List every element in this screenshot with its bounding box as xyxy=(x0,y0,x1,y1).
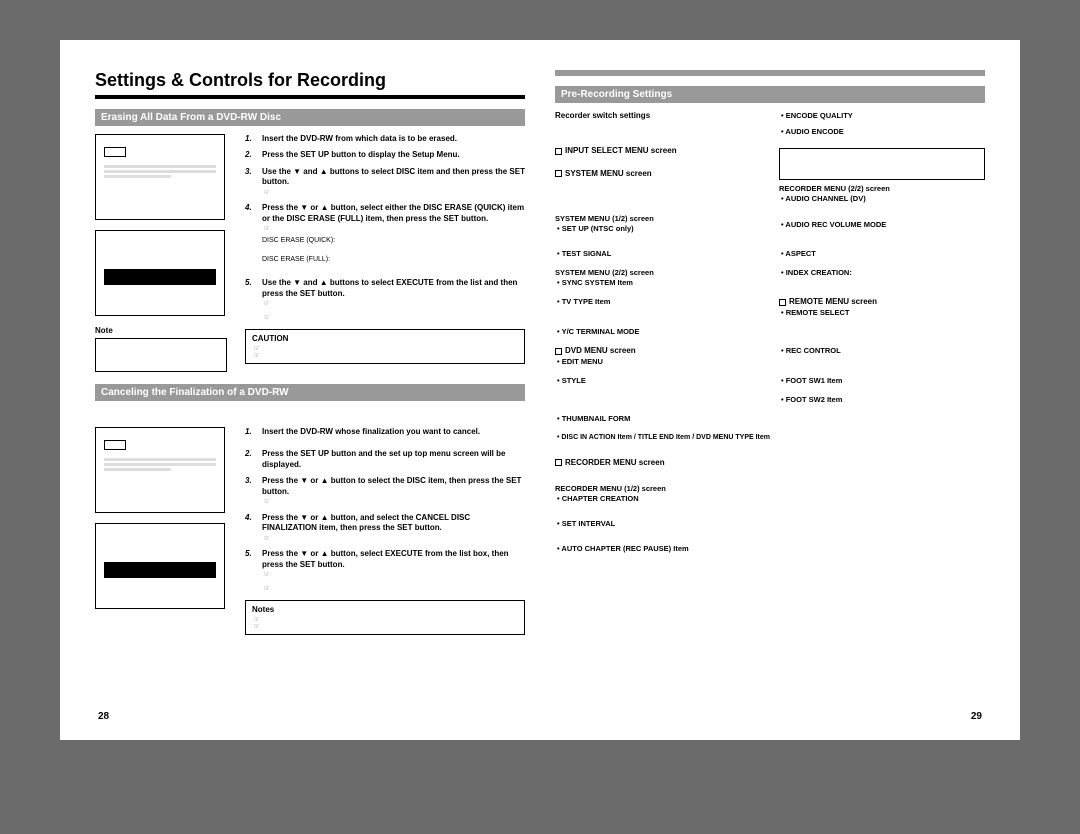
page-number-right: 29 xyxy=(971,711,982,722)
settings-box xyxy=(779,148,985,180)
erase-section: Note 1.Insert the DVD-RW from which data… xyxy=(95,134,525,372)
manual-page-spread: Settings & Controls for Recording Erasin… xyxy=(60,40,1020,740)
section-header-erase: Erasing All Data From a DVD-RW Disc xyxy=(95,109,525,126)
settings-grid: Recorder switch settings • ENCODE QUALIT… xyxy=(555,111,985,559)
screen-thumbnail xyxy=(95,230,225,316)
section-header-pre: Pre-Recording Settings xyxy=(555,86,985,103)
thumb-column xyxy=(95,409,235,635)
screen-thumbnail xyxy=(95,134,225,220)
thumb-column: Note xyxy=(95,134,235,372)
notes-box: Notes ☞ ☞ xyxy=(245,600,525,635)
accent-bar xyxy=(555,70,985,76)
note-box xyxy=(95,338,227,372)
cancel-section: 1.Insert the DVD-RW whose finalization y… xyxy=(95,409,525,635)
right-column: Pre-Recording Settings Recorder switch s… xyxy=(555,70,985,720)
page-number-left: 28 xyxy=(98,711,109,722)
left-column: Settings & Controls for Recording Erasin… xyxy=(95,70,525,720)
screen-thumbnail xyxy=(95,427,225,513)
main-title: Settings & Controls for Recording xyxy=(95,70,525,99)
caution-box: CAUTION ☞ ☞ xyxy=(245,329,525,364)
steps-list: 1.Insert the DVD-RW from which data is t… xyxy=(245,134,525,372)
section-header-cancel: Canceling the Finalization of a DVD-RW xyxy=(95,384,525,401)
note-label: Note xyxy=(95,326,235,335)
screen-thumbnail xyxy=(95,523,225,609)
steps-list: 1.Insert the DVD-RW whose finalization y… xyxy=(245,409,525,635)
